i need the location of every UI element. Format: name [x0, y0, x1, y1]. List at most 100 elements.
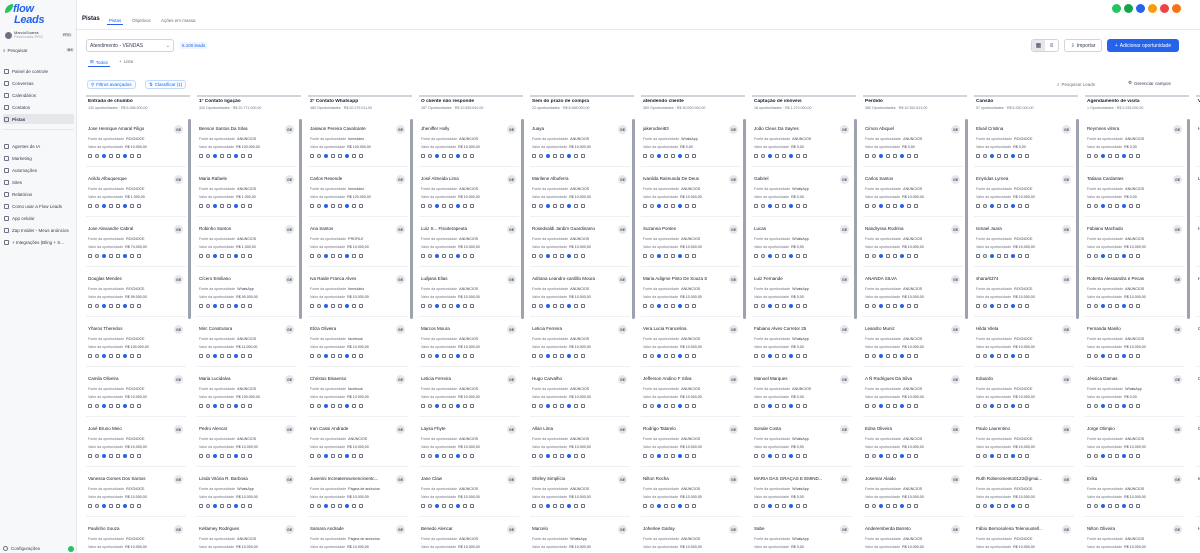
- mail-icon[interactable]: [331, 254, 335, 258]
- phone-icon[interactable]: [754, 504, 758, 508]
- assignee-avatar[interactable]: GE: [951, 225, 960, 234]
- opportunity-card[interactable]: Manoel Marques GE Fonte da oportunidade ANÚ…: [752, 373, 852, 417]
- assignee-avatar[interactable]: GE: [396, 475, 405, 484]
- tag-icon[interactable]: [560, 354, 564, 358]
- column-scrollbar[interactable]: [521, 119, 524, 319]
- mail-icon[interactable]: [997, 304, 1001, 308]
- assignee-avatar[interactable]: GE: [840, 475, 849, 484]
- opportunity-card[interactable]: Cinthia: [1196, 373, 1200, 417]
- mail-icon[interactable]: [664, 304, 668, 308]
- phone-icon[interactable]: [88, 404, 92, 408]
- opportunity-card[interactable]: Maria Adigme Pinto De Souza S GE Fonte da …: [641, 273, 741, 317]
- task-badge-icon[interactable]: [1122, 304, 1126, 308]
- mail-icon[interactable]: [220, 154, 224, 158]
- chat-icon[interactable]: [428, 504, 432, 508]
- task-badge-icon[interactable]: [456, 154, 460, 158]
- card-contact-name[interactable]: jakerodnei83: [643, 126, 725, 131]
- mail-icon[interactable]: [775, 254, 779, 258]
- message-badge-icon[interactable]: [435, 154, 439, 158]
- card-contact-name[interactable]: Paulinho Souza: [88, 526, 170, 531]
- phone-icon[interactable]: [199, 154, 203, 158]
- assignee-avatar[interactable]: GE: [729, 275, 738, 284]
- note-icon[interactable]: [359, 204, 363, 208]
- card-contact-name[interactable]: Linda Vitória R. Barbosa: [199, 476, 281, 481]
- task-badge-icon[interactable]: [456, 204, 460, 208]
- mail-icon[interactable]: [553, 504, 557, 508]
- card-contact-name[interactable]: Nilton Rocha: [643, 476, 725, 481]
- message-badge-icon[interactable]: [213, 304, 217, 308]
- calendar-icon[interactable]: [907, 404, 911, 408]
- chat-icon[interactable]: [983, 404, 987, 408]
- calendar-icon[interactable]: [1129, 254, 1133, 258]
- sidebar-settings[interactable]: Configurações: [3, 544, 74, 553]
- tag-icon[interactable]: [227, 304, 231, 308]
- mail-icon[interactable]: [775, 354, 779, 358]
- message-badge-icon[interactable]: [657, 504, 661, 508]
- chat-icon[interactable]: [206, 254, 210, 258]
- assignee-avatar[interactable]: GE: [174, 525, 183, 534]
- card-contact-name[interactable]: Marcelo: [532, 526, 614, 531]
- card-contact-name[interactable]: Maria Lucidalva: [199, 376, 281, 381]
- card-contact-name[interactable]: Eliza Oliveira: [310, 326, 392, 331]
- opportunity-card[interactable]: Suzanna Pontes GE Fonte da oportunidade ANÚ…: [641, 223, 741, 267]
- message-badge-icon[interactable]: [879, 504, 883, 508]
- note-icon[interactable]: [1025, 304, 1029, 308]
- mail-icon[interactable]: [997, 404, 1001, 408]
- card-contact-name[interactable]: Gabriel: [754, 176, 836, 181]
- card-contact-name[interactable]: Luiz Fernande: [754, 276, 836, 281]
- card-contact-name[interactable]: Iva Raide Franca Alves: [310, 276, 392, 281]
- message-badge-icon[interactable]: [213, 504, 217, 508]
- tag-icon[interactable]: [227, 354, 231, 358]
- calendar-icon[interactable]: [574, 204, 578, 208]
- tag-icon[interactable]: [893, 354, 897, 358]
- tag-icon[interactable]: [116, 404, 120, 408]
- note-icon[interactable]: [914, 254, 918, 258]
- task-badge-icon[interactable]: [567, 204, 571, 208]
- task-badge-icon[interactable]: [567, 454, 571, 458]
- message-badge-icon[interactable]: [324, 204, 328, 208]
- card-contact-name[interactable]: Luiz S... Fisioterapeuta: [421, 226, 503, 231]
- tag-icon[interactable]: [671, 454, 675, 458]
- opportunity-card[interactable]: Marilene Albuferra GE Fonte da oportunidad…: [530, 173, 630, 217]
- chat-icon[interactable]: [983, 204, 987, 208]
- assignee-avatar[interactable]: GE: [1062, 225, 1071, 234]
- column-scrollbar[interactable]: [188, 119, 191, 319]
- tag-icon[interactable]: [1115, 204, 1119, 208]
- assignee-avatar[interactable]: GE: [840, 525, 849, 534]
- card-contact-name[interactable]: Marilene Albuferra: [532, 176, 614, 181]
- chat-icon[interactable]: [650, 304, 654, 308]
- chat-icon[interactable]: [761, 354, 765, 358]
- assignee-avatar[interactable]: GE: [1173, 475, 1182, 484]
- note-icon[interactable]: [692, 254, 696, 258]
- phone-icon[interactable]: [754, 454, 758, 458]
- mail-icon[interactable]: [886, 254, 890, 258]
- opportunity-card[interactable]: Cleite: [1196, 323, 1200, 367]
- card-contact-name[interactable]: Christus Bisaenso: [310, 376, 392, 381]
- task-badge-icon[interactable]: [900, 154, 904, 158]
- calendar-icon[interactable]: [241, 504, 245, 508]
- chat-icon[interactable]: [1136, 4, 1145, 13]
- message-badge-icon[interactable]: [213, 204, 217, 208]
- message-badge-icon[interactable]: [1101, 404, 1105, 408]
- workspace-switcher[interactable]: MarcioSoares FlowLeads PRO PRO: [3, 28, 74, 42]
- opportunity-card[interactable]: jakerodnei83 GE Fonte da oportunidade Whats…: [641, 123, 741, 167]
- note-icon[interactable]: [248, 304, 252, 308]
- calendar-icon[interactable]: [241, 354, 245, 358]
- card-contact-name[interactable]: Cimon Abiquel: [865, 126, 947, 131]
- phone-icon[interactable]: [310, 304, 314, 308]
- mail-icon[interactable]: [1108, 354, 1112, 358]
- note-icon[interactable]: [692, 354, 696, 358]
- chat-icon[interactable]: [95, 454, 99, 458]
- card-contact-name[interactable]: Rodrigo Tatarelo: [643, 426, 725, 431]
- phone-icon[interactable]: [421, 204, 425, 208]
- opportunity-card[interactable]: Eduardo GE Fonte da oportunidade ROCNOCE Val…: [974, 373, 1074, 417]
- mail-icon[interactable]: [109, 504, 113, 508]
- column-scrollbar[interactable]: [632, 119, 635, 319]
- assignee-avatar[interactable]: GE: [285, 125, 294, 134]
- card-contact-name[interactable]: ANANDA SILVA: [865, 276, 947, 281]
- message-badge-icon[interactable]: [990, 154, 994, 158]
- card-contact-name[interactable]: A Ñ Rodrigues Da Silva: [865, 376, 947, 381]
- manage-fields-button[interactable]: ⚙ Gerenciar campos: [1128, 80, 1171, 86]
- phone-icon[interactable]: [532, 404, 536, 408]
- phone-icon[interactable]: [88, 454, 92, 458]
